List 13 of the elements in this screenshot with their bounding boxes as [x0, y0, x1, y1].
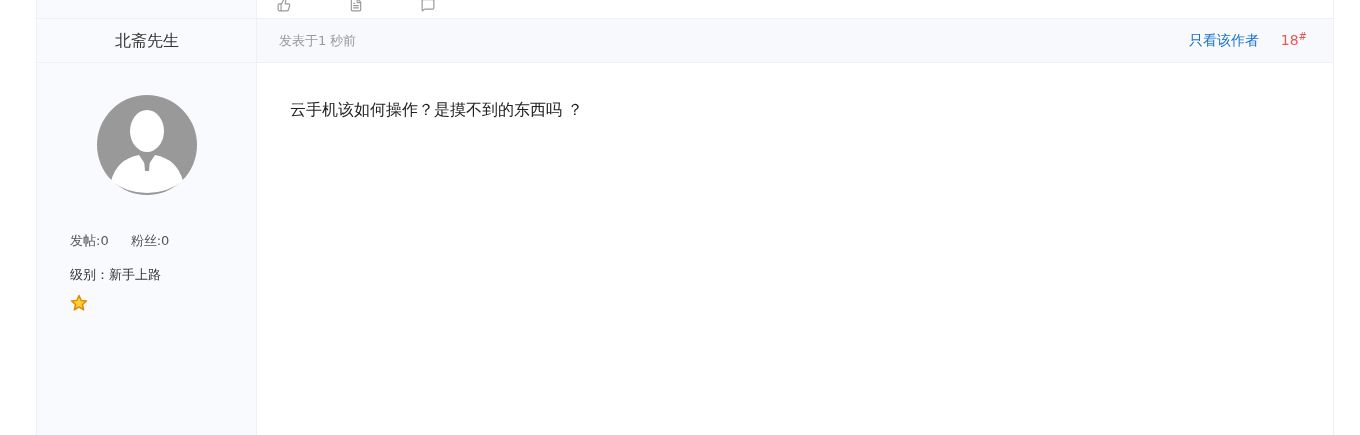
star-icon [70, 294, 88, 312]
thumbs-up-icon[interactable] [277, 0, 291, 12]
user-level: 级别：新手上路 [69, 265, 162, 284]
avatar-icon [96, 95, 197, 195]
user-stat: 发帖:0 [70, 232, 109, 250]
post-body: 云手机该如何操作？是摸不到的东西吗 ？ [290, 99, 585, 121]
post-time: 发表于1 秒前 [279, 31, 357, 50]
user-stat: 粉丝:0 [130, 232, 170, 250]
only-author-link[interactable]: 只看该作者 [1188, 30, 1259, 51]
author-name[interactable]: 北斋先生 [114, 28, 179, 53]
floor-number: 18$^{#}$ [1280, 30, 1307, 50]
comment-icon[interactable] [421, 0, 435, 12]
document-icon[interactable] [349, 0, 363, 12]
